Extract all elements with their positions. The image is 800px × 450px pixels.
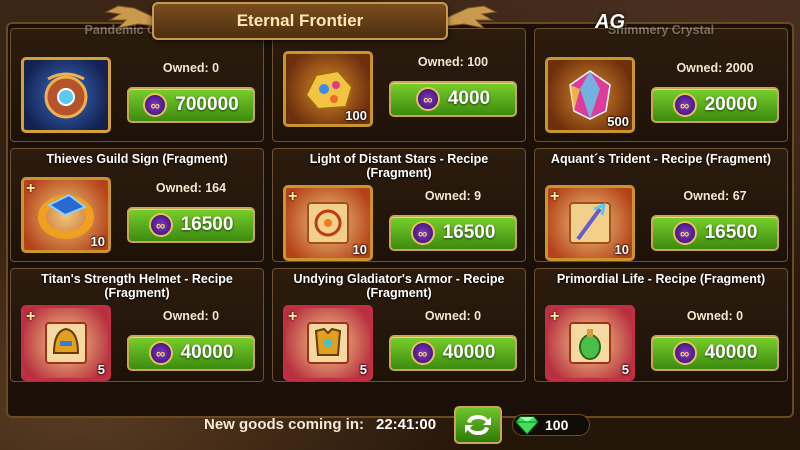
- item-image[interactable]: +5: [21, 305, 111, 381]
- item-image[interactable]: +5: [283, 305, 373, 381]
- shop-grid: Pandemic Canary Owned: 0 ∞ 700000 100 Owned: …: [10, 23, 790, 388]
- item-name: Thieves Guild Sign (Fragment): [46, 152, 228, 166]
- item-price: 4000: [447, 88, 491, 109]
- fragment-plus-icon: +: [288, 308, 298, 325]
- item-image[interactable]: [21, 57, 111, 133]
- guild-coin-icon: ∞: [143, 93, 168, 117]
- buy-button[interactable]: ∞ 16500: [127, 207, 255, 243]
- shop-item-card: Undying Gladiator's Armor - Recipe (Frag…: [272, 268, 526, 382]
- owned-count: Owned: 9: [424, 189, 482, 203]
- owned-count: Owned: 2000: [676, 61, 754, 75]
- gem-count: 100: [545, 417, 569, 433]
- gem-balance: 100: [512, 414, 590, 436]
- gem-icon: [515, 416, 539, 435]
- item-quantity: 10: [352, 242, 367, 257]
- guild-coin-icon: ∞: [672, 221, 697, 245]
- shop-footer: New goods coming in: 22:41:00 100: [0, 400, 800, 450]
- item-quantity: 5: [359, 362, 367, 377]
- shop-item-card: Primordial Life - Recipe (Fragment) +5 Own…: [534, 268, 788, 382]
- owned-count: Owned: 164: [155, 181, 227, 195]
- buy-button[interactable]: ∞ 20000: [651, 87, 779, 123]
- owned-count: Owned: 0: [686, 309, 744, 323]
- item-price: 16500: [704, 222, 758, 243]
- item-quantity: 5: [97, 362, 105, 377]
- item-price: 16500: [180, 214, 234, 235]
- shop-item-card: Thieves Guild Sign (Fragment) +10 Owned: 1…: [10, 148, 264, 262]
- fragment-plus-icon: +: [550, 308, 560, 325]
- guild-coin-icon: ∞: [415, 87, 440, 111]
- right-wing-ornament: [446, 5, 498, 29]
- shop-item-card: Titan's Strength Helmet - Recipe (Fragme…: [10, 268, 264, 382]
- item-price: 20000: [704, 94, 758, 115]
- helmet-icon: [24, 308, 108, 378]
- ag-logo: AG: [595, 10, 625, 33]
- buy-button[interactable]: ∞ 16500: [651, 215, 779, 251]
- item-quantity: 10: [614, 242, 629, 257]
- refresh-icon: [465, 415, 491, 435]
- buy-button[interactable]: ∞ 40000: [127, 335, 255, 371]
- buy-button[interactable]: ∞ 700000: [127, 87, 255, 123]
- item-price: 700000: [175, 94, 239, 115]
- item-name: Shimmery Crystal: [607, 23, 715, 37]
- restock-timer-value: 22:41:00: [376, 416, 437, 433]
- guild-coin-icon: ∞: [672, 93, 697, 117]
- item-price: 40000: [180, 342, 234, 363]
- item-quantity: 5: [621, 362, 629, 377]
- guild-coin-icon: ∞: [410, 341, 435, 365]
- item-quantity: 100: [345, 108, 367, 123]
- page-title: Eternal Frontier: [152, 2, 448, 40]
- item-price: 40000: [704, 342, 758, 363]
- owned-count: Owned: 67: [683, 189, 747, 203]
- buy-button[interactable]: ∞ 40000: [389, 335, 517, 371]
- shop-item-card: Shimmery Crystal 500 Owned: 2000 ∞ 20000: [534, 23, 788, 142]
- armor-icon: [286, 308, 370, 378]
- guild-coin-icon: ∞: [672, 341, 697, 365]
- item-image[interactable]: +5: [545, 305, 635, 381]
- buy-button[interactable]: ∞ 4000: [389, 81, 517, 117]
- refresh-button[interactable]: [454, 406, 502, 444]
- fragment-plus-icon: +: [26, 180, 36, 197]
- fragment-plus-icon: +: [288, 188, 298, 205]
- shop-item-card: Aquant´s Trident - Recipe (Fragment) +10 O…: [534, 148, 788, 262]
- shop-item-card: Pandemic Canary Owned: 0 ∞ 700000: [10, 23, 264, 142]
- item-price: 40000: [442, 342, 496, 363]
- buy-button[interactable]: ∞ 16500: [389, 215, 517, 251]
- item-quantity: 500: [607, 114, 629, 129]
- shop-item-card: 100 Owned: 100 ∞ 4000: [272, 28, 526, 142]
- item-name: Undying Gladiator's Armor - Recipe (Frag…: [293, 272, 505, 300]
- pendant-icon: [24, 60, 108, 130]
- potion-icon: [548, 308, 632, 378]
- owned-count: Owned: 0: [162, 61, 220, 75]
- left-wing-ornament: [104, 5, 156, 29]
- owned-count: Owned: 100: [417, 55, 489, 69]
- item-name: Titan's Strength Helmet - Recipe (Fragme…: [41, 272, 233, 300]
- item-name: Primordial Life - Recipe (Fragment): [556, 272, 766, 286]
- shop-item-card: Light of Distant Stars - Recipe (Fragmen…: [272, 148, 526, 262]
- guild-coin-icon: ∞: [148, 213, 173, 237]
- item-image[interactable]: +10: [545, 185, 635, 261]
- owned-count: Owned: 0: [424, 309, 482, 323]
- owned-count: Owned: 0: [162, 309, 220, 323]
- item-image[interactable]: 100: [283, 51, 373, 127]
- guild-coin-icon: ∞: [410, 221, 435, 245]
- item-image[interactable]: +10: [21, 177, 111, 253]
- item-quantity: 10: [90, 234, 105, 249]
- restock-timer-label: New goods coming in:: [204, 416, 364, 433]
- fragment-plus-icon: +: [550, 188, 560, 205]
- item-image[interactable]: +10: [283, 185, 373, 261]
- fragment-plus-icon: +: [26, 308, 36, 325]
- item-name: Aquant´s Trident - Recipe (Fragment): [550, 152, 772, 166]
- item-name: Light of Distant Stars - Recipe (Fragmen…: [309, 152, 489, 180]
- item-price: 16500: [442, 222, 496, 243]
- item-image[interactable]: 500: [545, 57, 635, 133]
- guild-coin-icon: ∞: [148, 341, 173, 365]
- buy-button[interactable]: ∞ 40000: [651, 335, 779, 371]
